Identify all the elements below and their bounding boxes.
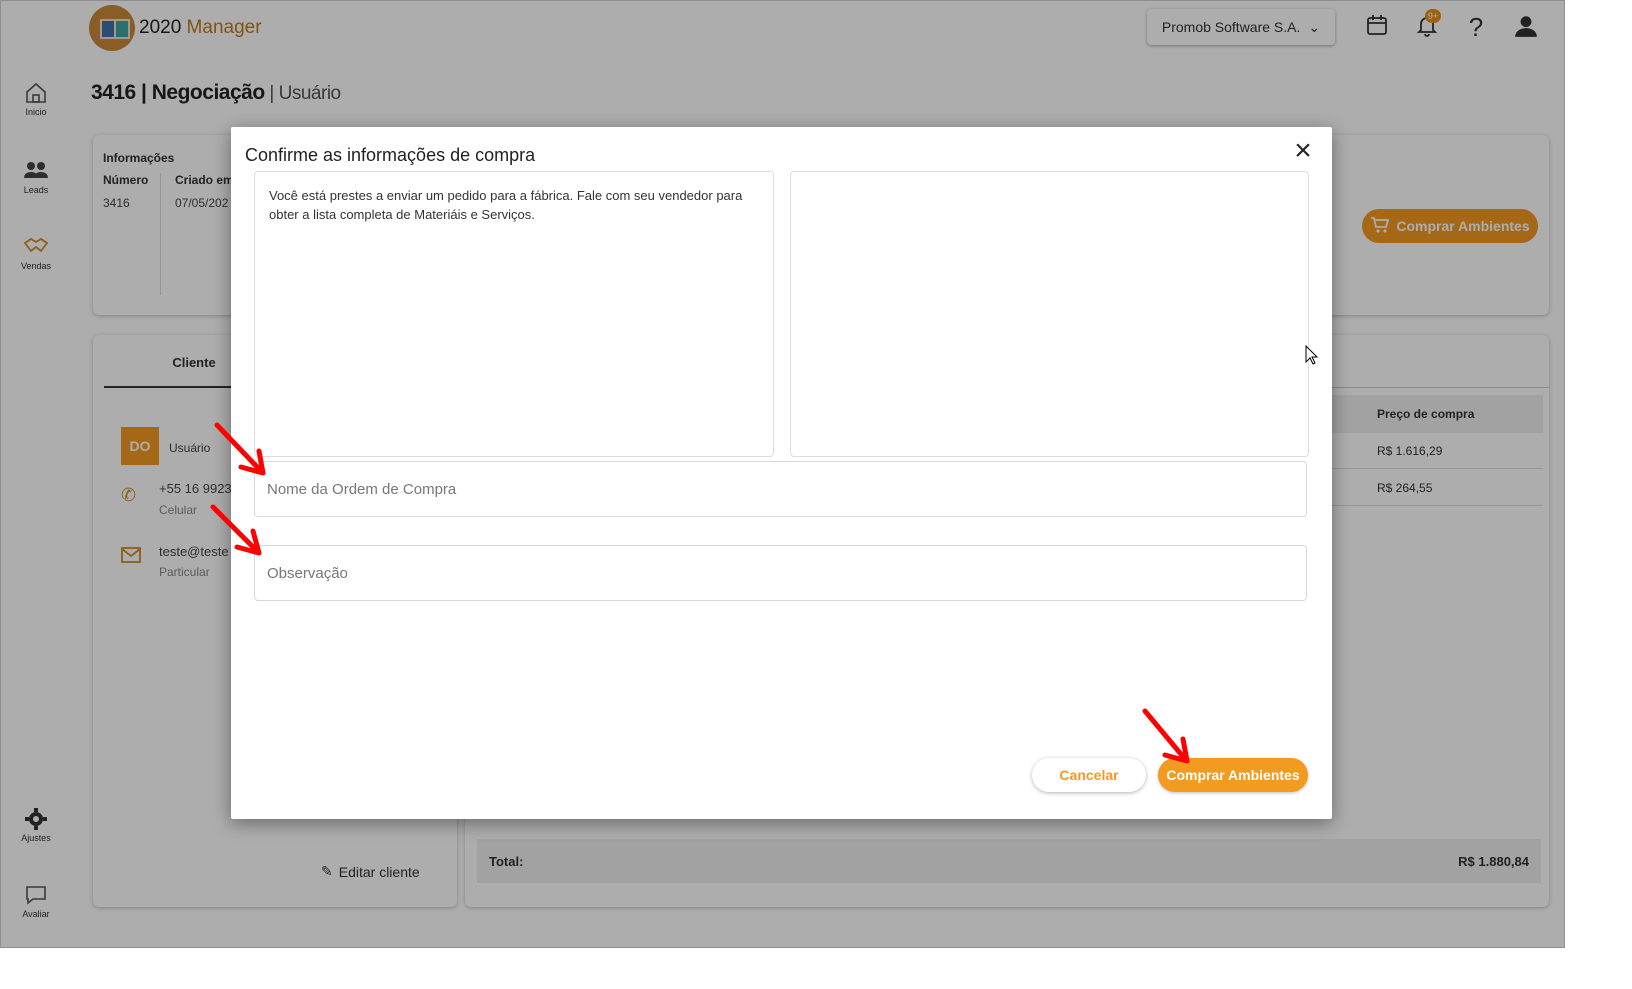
- mouse-cursor-icon: [1305, 344, 1319, 370]
- observation-input[interactable]: [255, 546, 1306, 600]
- purchase-warning-text: Você está prestes a enviar um pedido par…: [269, 188, 743, 222]
- annotation-arrow-icon: [1142, 708, 1190, 764]
- annotation-arrow-icon: [210, 504, 262, 556]
- dialog-title: Confirme as informações de compra: [245, 145, 536, 165]
- close-icon[interactable]: ×: [1288, 136, 1318, 167]
- annotation-arrow-icon: [214, 422, 266, 476]
- message-panel: Você está prestes a enviar um pedido par…: [254, 171, 774, 457]
- observation-field[interactable]: [254, 545, 1307, 601]
- order-name-field[interactable]: [254, 461, 1307, 517]
- preview-panel: [790, 171, 1309, 457]
- order-name-input[interactable]: [255, 462, 1306, 516]
- cancel-button[interactable]: Cancelar: [1032, 758, 1146, 792]
- app-window: 2020 Manager Promob Software S.A. ⌄ 9+ ?…: [0, 0, 1565, 948]
